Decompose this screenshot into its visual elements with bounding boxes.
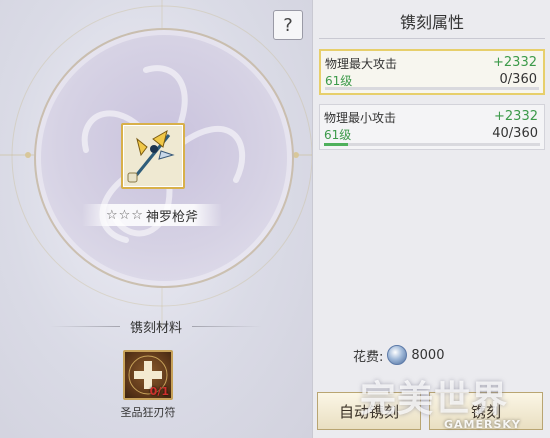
attribute-level: 61级: [324, 128, 352, 142]
material-slot[interactable]: 0/1: [123, 350, 173, 400]
attribute-bonus: +2332: [493, 55, 537, 70]
cost-row: 花费: 8000: [353, 343, 444, 367]
help-button[interactable]: ?: [273, 10, 303, 40]
cost-label: 花费:: [353, 349, 384, 365]
divider: [49, 325, 120, 327]
lock-icon: [127, 172, 138, 183]
watermark-site: GAMERSKY: [444, 418, 521, 431]
weapon-stars: ☆☆☆: [106, 207, 144, 223]
currency-coin-icon: [387, 345, 408, 365]
engraving-area: ? ☆☆☆ 神罗枪斧 镌刻材料 0/1 圣品狂刃符: [0, 0, 312, 438]
progress-bar: [325, 87, 539, 90]
watermark-logo: 完美世界: [360, 378, 509, 420]
material-name: 圣品狂刃符: [120, 406, 176, 419]
attribute-bonus: +2332: [494, 109, 538, 124]
progress-bar: [324, 143, 540, 146]
panel-title: 镌刻属性: [399, 13, 464, 32]
weapon-slot[interactable]: [121, 123, 185, 189]
progress-bar-fill: [324, 143, 348, 146]
attribute-card-min-attack[interactable]: 物理最小攻击 +2332 61级 40/360: [319, 104, 545, 150]
materials-header: 镌刻材料: [14, 316, 298, 336]
attribute-name: 物理最大攻击: [325, 57, 398, 71]
attribute-card-max-attack[interactable]: 物理最大攻击 +2332 61级 0/360: [319, 49, 545, 95]
attribute-name: 物理最小攻击: [324, 111, 397, 125]
cost-amount: 8000: [411, 347, 445, 363]
attribute-progress: 0/360: [499, 72, 537, 87]
divider: [192, 325, 262, 327]
material-count: 0/1: [149, 385, 169, 398]
weapon-name-plate: ☆☆☆ 神罗枪斧: [82, 204, 222, 226]
divider: [319, 38, 545, 39]
materials-title: 镌刻材料: [129, 320, 182, 336]
help-label: ?: [283, 14, 293, 36]
attribute-progress: 40/360: [492, 126, 538, 141]
weapon-name: 神罗枪斧: [145, 209, 198, 225]
